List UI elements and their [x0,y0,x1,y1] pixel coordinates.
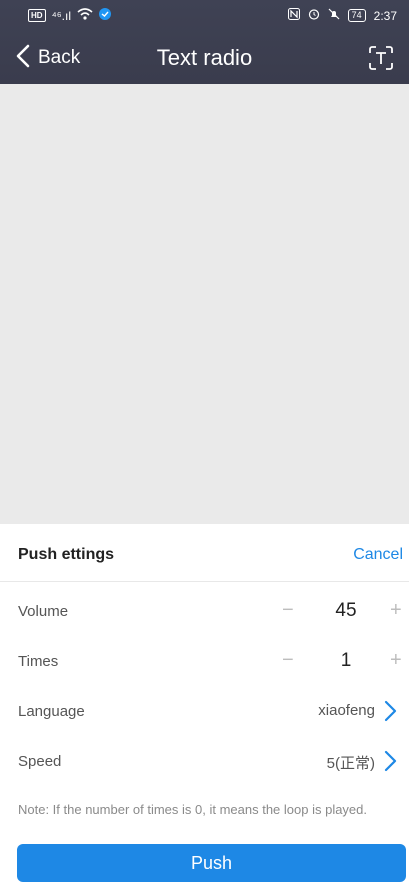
chevron-right-icon[interactable] [381,750,399,772]
volume-decrease-button[interactable]: − [282,599,294,622]
mute-bell-icon [328,8,340,23]
signal-text: ⁴⁶.ıl [51,8,71,23]
language-row[interactable]: Language xiaofeng [0,688,409,738]
status-bar: HD ⁴⁶.ıl 74 2:37 [0,0,409,34]
status-right: 74 2:37 [287,8,397,23]
text-frame-icon[interactable] [367,44,395,72]
chevron-left-icon [16,44,30,73]
push-settings-sheet: Push ettings Cancel Volume − 45 + Times … [0,524,409,888]
hd-badge: HD [28,9,46,22]
app-status-icon [99,8,111,23]
back-button[interactable]: Back [16,44,80,72]
volume-row: Volume − 45 + [0,588,409,638]
loop-note: Note: If the number of times is 0, it me… [18,802,368,817]
chevron-right-icon[interactable] [381,700,399,722]
speed-row[interactable]: Speed 5(正常) [0,738,409,788]
status-time: 2:37 [373,8,397,23]
battery-indicator: 74 [347,9,366,22]
alarm-icon [308,8,320,23]
top-bar: HD ⁴⁶.ıl 74 2:37 Back Text radio [0,0,409,84]
times-label: Times [18,653,59,670]
times-row: Times − 1 + [0,638,409,688]
push-button[interactable]: Push [17,844,406,882]
status-left: HD ⁴⁶.ıl [28,8,111,23]
sheet-header: Push ettings Cancel [0,524,409,582]
content-area [0,84,409,524]
nfc-icon [287,8,300,23]
volume-value[interactable]: 45 [320,600,372,622]
times-decrease-button[interactable]: − [282,649,294,672]
times-increase-button[interactable]: + [390,649,402,672]
back-label: Back [38,47,81,68]
language-label: Language [18,703,85,720]
times-value[interactable]: 1 [320,650,372,672]
speed-label: Speed [18,753,62,770]
cancel-button[interactable]: Cancel [353,546,403,564]
volume-increase-button[interactable]: + [390,599,402,622]
sheet-title: Push ettings [18,546,115,563]
nav-bar: Back Text radio [0,34,409,84]
wifi-icon [77,8,93,23]
language-value: xiaofeng [318,702,375,719]
speed-value: 5(正常) [326,755,375,772]
volume-label: Volume [18,603,69,620]
